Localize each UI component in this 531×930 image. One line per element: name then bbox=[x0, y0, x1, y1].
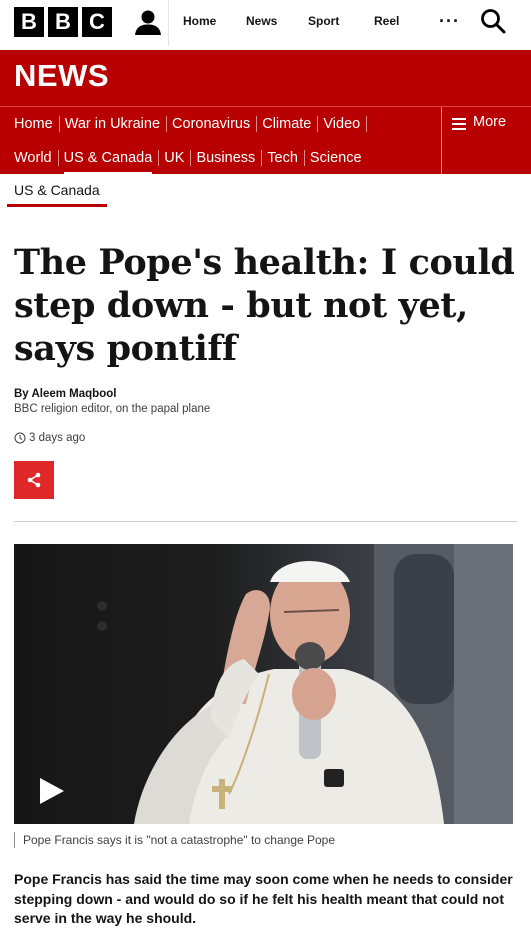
timestamp: 3 days ago bbox=[14, 432, 85, 444]
nav-item-video[interactable]: Video bbox=[317, 116, 368, 132]
byline-author: By Aleem Maqbool bbox=[14, 388, 117, 400]
article-lede: Pope Francis has said the time may soon … bbox=[14, 871, 513, 926]
article-headline: The Pope's health: I could step down - b… bbox=[14, 242, 515, 369]
nav-item-science[interactable]: Science bbox=[303, 150, 368, 166]
menu-icon bbox=[452, 118, 466, 130]
logo-letter: C bbox=[82, 7, 112, 37]
nav-more-label: More bbox=[473, 114, 507, 130]
share-button[interactable] bbox=[14, 461, 54, 499]
top-link-home[interactable]: Home bbox=[183, 14, 216, 28]
nav-item-business[interactable]: Business bbox=[190, 150, 261, 166]
nav-item-war-in-ukraine[interactable]: War in Ukraine bbox=[58, 116, 166, 132]
top-link-sport[interactable]: Sport bbox=[308, 14, 339, 28]
news-banner: NEWS bbox=[0, 50, 531, 106]
video-thumbnail bbox=[97, 544, 513, 824]
nav-item-home[interactable]: Home bbox=[14, 116, 59, 132]
nav-item-coronavirus[interactable]: Coronavirus bbox=[166, 116, 256, 132]
header-divider bbox=[168, 0, 169, 46]
news-wordmark[interactable]: NEWS bbox=[14, 58, 109, 94]
video-player[interactable] bbox=[14, 544, 513, 824]
top-link-news[interactable]: News bbox=[246, 14, 277, 28]
search-icon[interactable] bbox=[480, 8, 506, 34]
timestamp-text: 3 days ago bbox=[29, 432, 86, 444]
media-caption: Pope Francis says it is "not a catastrop… bbox=[14, 832, 335, 848]
more-menu-button[interactable]: ··· bbox=[439, 11, 460, 32]
logo-letter: B bbox=[48, 7, 78, 37]
nav-item-uk[interactable]: UK bbox=[158, 150, 190, 166]
section-nav: Home War in Ukraine Coronavirus Climate … bbox=[0, 106, 531, 175]
byline-role: BBC religion editor, on the papal plane bbox=[14, 403, 211, 415]
top-bar: B B C Home News Sport Reel ··· bbox=[0, 0, 531, 46]
nav-item-tech[interactable]: Tech bbox=[261, 150, 304, 166]
section-underline bbox=[7, 204, 107, 207]
section-tag-link[interactable]: US & Canada bbox=[14, 182, 100, 198]
logo-letter: B bbox=[14, 7, 44, 37]
content-divider bbox=[14, 521, 517, 522]
share-icon bbox=[27, 472, 41, 488]
clock-icon bbox=[14, 432, 26, 444]
nav-more-button[interactable]: More bbox=[441, 107, 531, 175]
nav-item-us-canada[interactable]: US & Canada bbox=[57, 150, 159, 175]
nav-item-climate[interactable]: Climate bbox=[256, 116, 317, 132]
play-icon[interactable] bbox=[38, 776, 66, 806]
bbc-logo[interactable]: B B C bbox=[14, 7, 112, 37]
nav-item-world[interactable]: World bbox=[14, 150, 58, 166]
account-icon[interactable] bbox=[134, 8, 162, 36]
top-link-reel[interactable]: Reel bbox=[374, 14, 399, 28]
